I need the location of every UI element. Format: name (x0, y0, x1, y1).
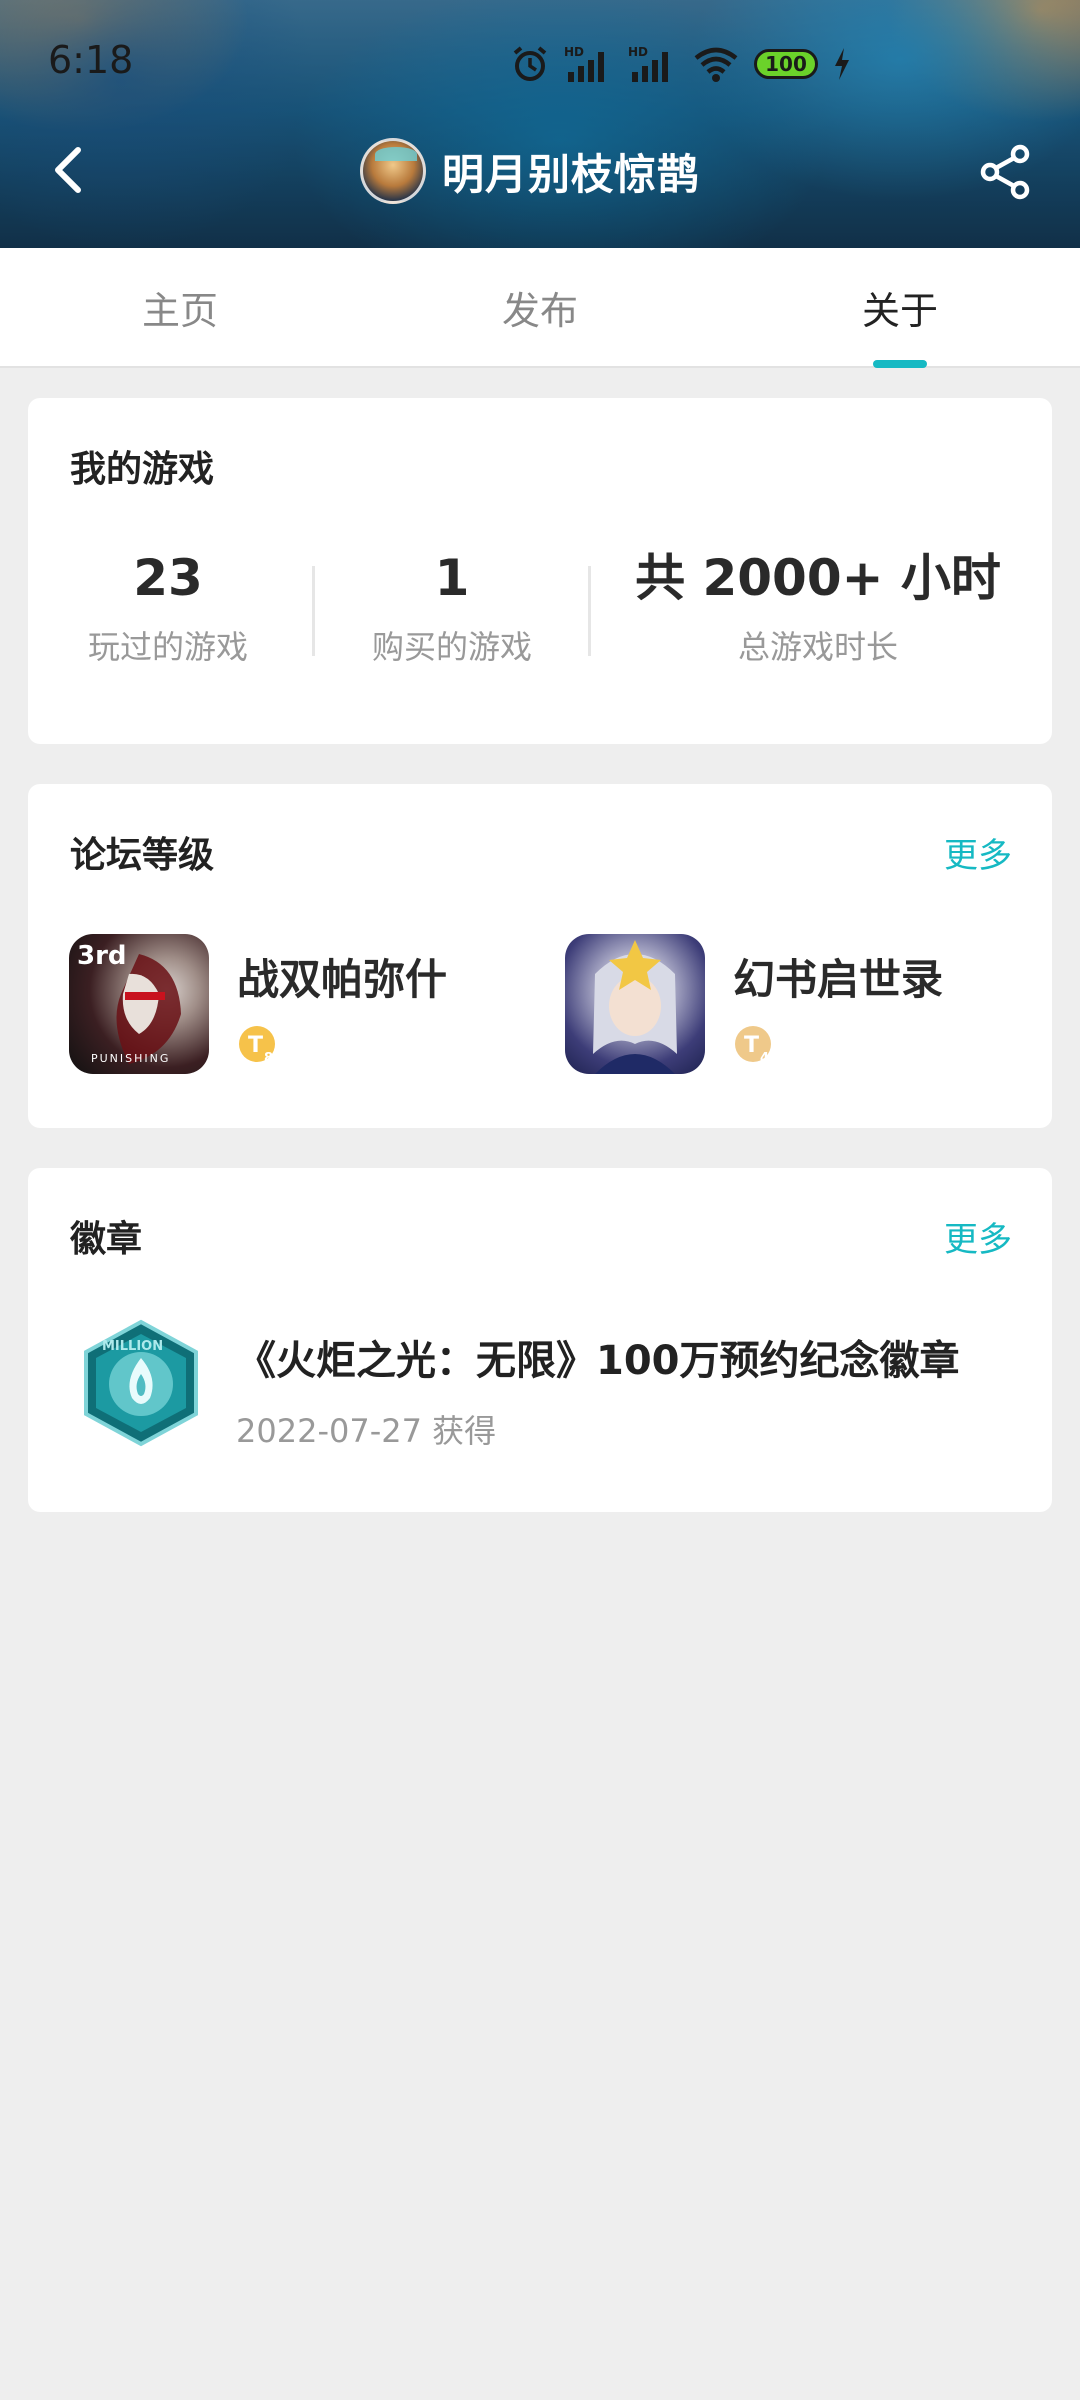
svg-text:T: T (248, 1033, 263, 1058)
stat-playtime-label: 总游戏时长 (737, 628, 898, 666)
charging-icon (835, 48, 849, 80)
tab-posts[interactable]: 发布 (390, 248, 690, 366)
game-name: 幻书启世录 (733, 955, 944, 1004)
username: 明月别枝惊鹊 (442, 149, 701, 199)
status-time: 6:18 (48, 38, 134, 82)
stat-divider (588, 566, 591, 656)
profile-header: 6:18 HD HD 100 明月别枝惊鹊 (0, 0, 1080, 248)
game-icon-bottom-text: PUNISHING (91, 1052, 170, 1065)
million-badge-icon[interactable]: MILLION (78, 1318, 204, 1448)
game-art: 3rd PUNISHING (77, 941, 181, 1065)
tab-home[interactable]: 主页 (30, 248, 330, 366)
stat-purchased-label: 购买的游戏 (371, 628, 532, 666)
chevron-left-icon (55, 147, 81, 193)
signal-hd-icon: HD (564, 45, 604, 82)
share-icon (980, 144, 1030, 200)
alarm-icon (513, 46, 547, 81)
forum-game-item[interactable]: 幻书启世录 T 4 (565, 934, 1005, 1074)
badge-name: 《火炬之光：无限》100万预约纪念徽章 (236, 1338, 960, 1384)
tab-about[interactable]: 关于 (750, 248, 1050, 366)
level-number: 4 (760, 1051, 769, 1066)
share-button[interactable] (978, 144, 1034, 200)
tab-indicator (873, 360, 927, 368)
status-bar: 6:18 HD HD 100 (0, 0, 1080, 120)
tab-bar: 主页 发布 关于 (0, 248, 1080, 368)
badge-icon-text: MILLION (102, 1339, 163, 1354)
back-button[interactable] (40, 140, 100, 200)
game-icon-punishing: 3rd PUNISHING (69, 934, 209, 1074)
status-icons: HD HD 100 (510, 40, 852, 88)
svg-text:HD: HD (628, 45, 648, 59)
stat-played-value: 23 (133, 549, 203, 607)
stat-playtime-value: 共 2000+ 小时 (635, 549, 1001, 607)
avatar[interactable] (360, 138, 426, 204)
stat-playtime[interactable]: 共 2000+ 小时 总游戏时长 (628, 548, 1008, 668)
signal-hd-icon-2: HD (628, 45, 668, 82)
game-icon-top-text: 3rd (77, 941, 127, 971)
level-badge-icon: T 4 (735, 1026, 771, 1066)
forum-game-item[interactable]: 3rd PUNISHING 战双帕弥什 T 8 (69, 934, 509, 1074)
my-games-card: 我的游戏 23 玩过的游戏 1 购买的游戏 共 2000+ 小时 总游戏时长 (28, 398, 1052, 744)
game-name: 战双帕弥什 (237, 955, 448, 1004)
stat-purchased-value: 1 (434, 549, 470, 607)
badges-more-link[interactable]: 更多 (944, 1212, 1012, 1261)
badges-card: 徽章 更多 MILLION 《火炬之光：无限》100万预约纪念徽章 2022-0… (28, 1168, 1052, 1512)
my-games-title: 我的游戏 (70, 449, 215, 490)
svg-text:HD: HD (564, 45, 584, 59)
stat-played[interactable]: 23 玩过的游戏 (68, 548, 268, 668)
badge-date: 2022-07-27 获得 (236, 1412, 497, 1450)
badges-title: 徽章 (70, 1219, 143, 1260)
level-badge-icon: T 8 (239, 1026, 275, 1066)
forum-level-card: 论坛等级 更多 3rd PUNISHING 战双帕弥什 T 8 幻书启世录 T … (28, 784, 1052, 1128)
forum-level-more-link[interactable]: 更多 (944, 828, 1012, 877)
game-icon-huanshu (565, 934, 705, 1074)
game-art (593, 940, 677, 1074)
profile-title: 明月别枝惊鹊 (360, 136, 700, 206)
stat-divider (312, 566, 315, 656)
stat-purchased[interactable]: 1 购买的游戏 (352, 548, 552, 668)
stat-played-label: 玩过的游戏 (87, 628, 248, 666)
battery-indicator: 100 (754, 49, 818, 79)
battery-level: 100 (765, 52, 807, 76)
level-number: 8 (264, 1051, 273, 1066)
svg-text:T: T (744, 1033, 759, 1058)
wifi-icon (694, 47, 738, 82)
forum-level-title: 论坛等级 (70, 835, 215, 876)
